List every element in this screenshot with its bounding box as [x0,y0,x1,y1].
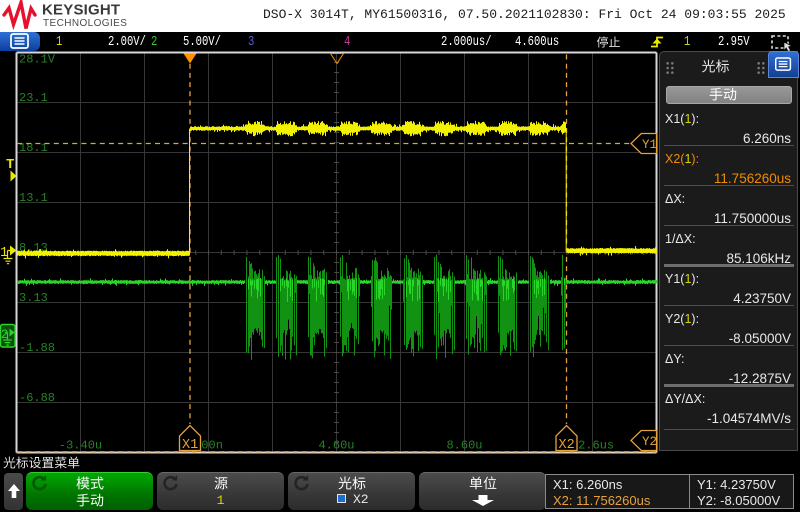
svg-text:8.60u: 8.60u [446,439,482,453]
svg-text:28.1V: 28.1V [19,53,56,67]
svg-text:13.1: 13.1 [19,191,48,205]
svg-text:X2: X2 [559,438,575,453]
svg-text:Y1: Y1 [642,138,657,152]
svg-text:Y2: Y2 [642,435,657,449]
svg-text:-3.40u: -3.40u [59,439,102,453]
svg-text:18.1: 18.1 [19,141,48,155]
svg-text:23.1: 23.1 [19,91,48,105]
svg-text:X1: X1 [182,438,198,453]
svg-text:-6.88: -6.88 [19,391,55,405]
svg-text:3.13: 3.13 [19,291,48,305]
svg-text:-1.88: -1.88 [19,341,55,355]
svg-text:4.60u: 4.60u [318,439,354,453]
svg-text:T: T [6,157,14,173]
